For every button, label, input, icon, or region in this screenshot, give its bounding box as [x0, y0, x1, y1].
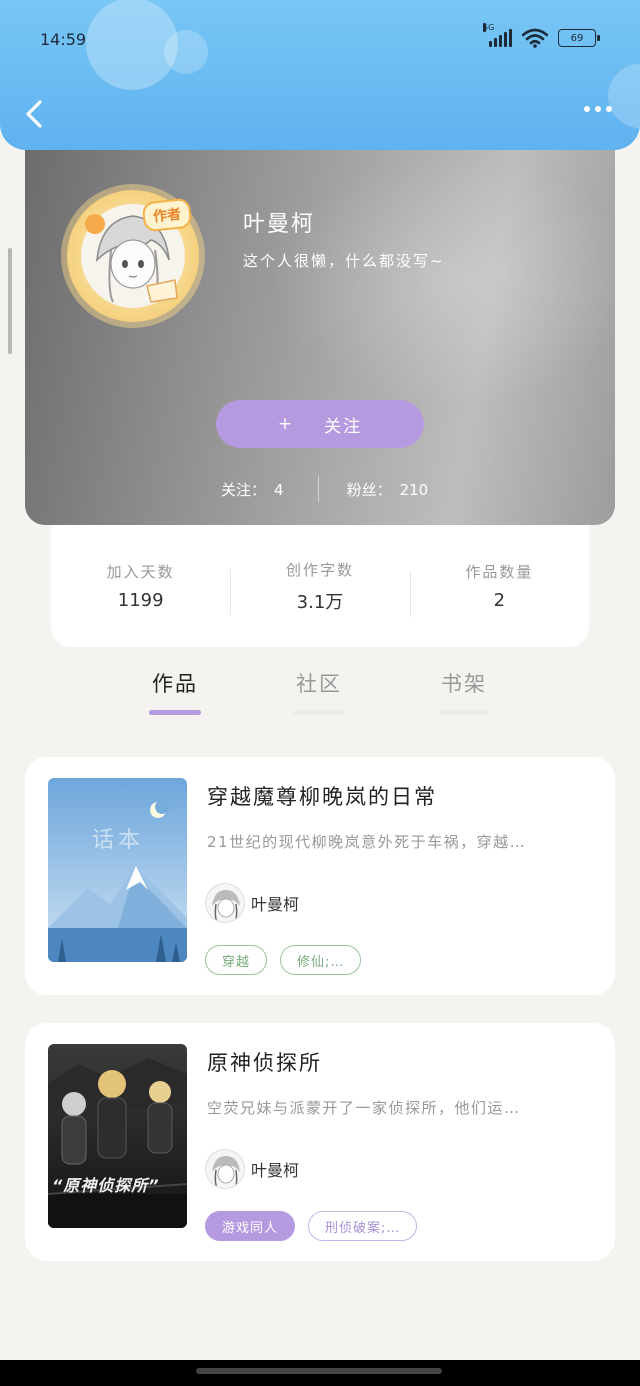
- back-chevron-icon[interactable]: [22, 96, 50, 132]
- fans-stat[interactable]: 粉丝： 210: [347, 479, 429, 500]
- cover-illustration: [48, 778, 187, 962]
- tag-list: 穿越 修仙;…: [205, 945, 362, 975]
- stat-value: 2: [493, 590, 506, 611]
- signal-icon: 5G: [483, 23, 512, 47]
- author-badge: 作者: [141, 197, 193, 233]
- battery-level: 69: [570, 32, 584, 44]
- top-header: 14:59 5G 69: [0, 0, 640, 150]
- tab-label: 作品: [152, 672, 198, 696]
- network-type: 5G: [483, 23, 495, 32]
- battery-icon: 69: [558, 29, 600, 47]
- stat-value: 1199: [117, 590, 164, 611]
- tag[interactable]: 修仙;…: [280, 945, 362, 975]
- following-label: 关注：: [221, 480, 267, 499]
- stat-join-days: 加入天数 1199: [51, 561, 230, 611]
- follow-button-label: 关注: [324, 416, 363, 437]
- fans-count: 210: [399, 480, 429, 499]
- book-cover[interactable]: 话本: [48, 778, 187, 962]
- author-avatar: [205, 883, 245, 923]
- profile-bio: 这个人很懒，什么都没写~: [243, 252, 445, 270]
- follow-button[interactable]: + 关注: [216, 400, 424, 448]
- following-count: 4: [274, 480, 284, 499]
- decor-bubble: [164, 30, 208, 74]
- following-stat[interactable]: 关注： 4: [221, 479, 284, 500]
- decor-bubble: [608, 64, 640, 128]
- book-title: 原神侦探所: [207, 1051, 322, 1075]
- profile-name: 叶曼柯: [243, 212, 316, 237]
- avatar-container[interactable]: 作者: [67, 190, 199, 322]
- book-description: 空荧兄妹与派蒙开了一家侦探所，他们运…: [207, 1099, 521, 1117]
- plus-icon: +: [277, 414, 295, 434]
- cover-text: “原神侦探所”: [52, 1176, 160, 1195]
- book-description: 21世纪的现代柳晚岚意外死于车祸，穿越…: [207, 833, 527, 851]
- stats-card: 加入天数 1199 创作字数 3.1万 作品数量 2: [51, 525, 589, 647]
- stat-value: 3.1万: [296, 591, 344, 613]
- book-author[interactable]: 叶曼柯: [205, 883, 299, 923]
- more-dots-icon[interactable]: [584, 106, 612, 112]
- tab-works[interactable]: 作品: [125, 668, 225, 715]
- tab-indicator: [149, 710, 201, 715]
- follow-stats: 关注： 4 粉丝： 210: [221, 476, 428, 502]
- tab-label: 书架: [441, 672, 487, 696]
- book-card[interactable]: “原神侦探所” 原神侦探所 空荧兄妹与派蒙开了一家侦探所，他们运… 叶曼柯 游戏…: [25, 1023, 615, 1261]
- tab-bookshelf[interactable]: 书架: [414, 668, 514, 715]
- author-name: 叶曼柯: [251, 1161, 300, 1180]
- home-indicator[interactable]: [196, 1368, 442, 1374]
- status-time: 14:59: [40, 30, 87, 49]
- author-avatar: [205, 1149, 245, 1189]
- tag[interactable]: 刑侦破案;…: [308, 1211, 418, 1241]
- cover-text: 话本: [92, 828, 145, 853]
- wifi-icon: [522, 28, 548, 48]
- tag[interactable]: 游戏同人: [205, 1211, 296, 1241]
- book-card[interactable]: 话本 穿越魔尊柳晚岚的日常 21世纪的现代柳晚岚意外死于车祸，穿越… 叶曼柯 穿…: [25, 757, 615, 995]
- scrollbar[interactable]: [8, 248, 12, 354]
- tab-bar: 作品 社区 书架: [0, 668, 640, 718]
- cover-illustration: [48, 1044, 187, 1228]
- tag-list: 游戏同人 刑侦破案;…: [205, 1211, 418, 1241]
- tab-indicator: [293, 710, 345, 715]
- fans-label: 粉丝：: [346, 480, 392, 499]
- author-name: 叶曼柯: [251, 895, 300, 914]
- book-title: 穿越魔尊柳晚岚的日常: [207, 785, 437, 809]
- stat-label: 创作字数: [285, 560, 354, 579]
- tab-community[interactable]: 社区: [269, 668, 369, 715]
- stat-label: 作品数量: [465, 563, 534, 581]
- profile-card: 作者 叶曼柯 这个人很懒，什么都没写~ + 关注 关注： 4 粉丝： 210: [25, 150, 615, 525]
- stat-word-count: 创作字数 3.1万: [230, 559, 409, 615]
- tag[interactable]: 穿越: [205, 945, 268, 975]
- divider: [317, 476, 319, 502]
- tab-indicator: [438, 710, 490, 715]
- stat-works-count: 作品数量 2: [409, 561, 589, 617]
- book-author[interactable]: 叶曼柯: [205, 1149, 299, 1189]
- tab-label: 社区: [296, 672, 342, 696]
- status-icons: 5G 69: [483, 23, 600, 48]
- book-cover[interactable]: “原神侦探所”: [48, 1044, 187, 1228]
- stat-label: 加入天数: [106, 563, 175, 581]
